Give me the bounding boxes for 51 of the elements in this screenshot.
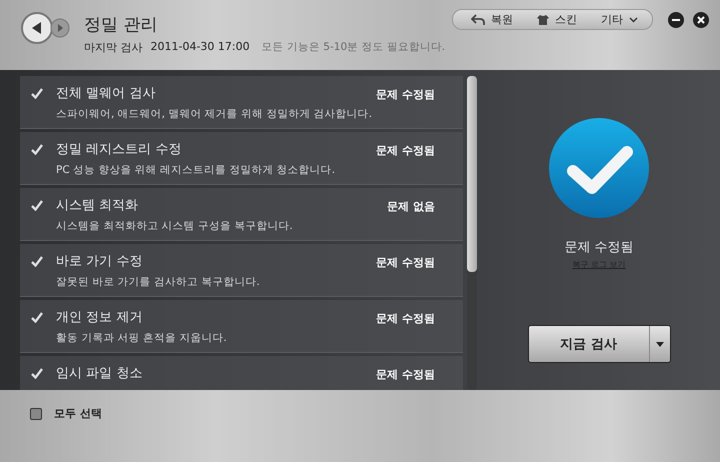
scrollbar-thumb[interactable] [467, 76, 477, 272]
result-status: 문제 수정됨 [564, 239, 634, 256]
task-checkbox[interactable] [30, 255, 43, 268]
task-status: 문제 수정됨 [376, 311, 435, 326]
last-scan-label: 마지막 검사 [84, 40, 142, 55]
task-row[interactable]: 전체 맬웨어 검사 스파이웨어, 애드웨어, 맬웨어 제거를 위해 정밀하게 검사합니다. 문제 수정됨 [20, 76, 463, 129]
last-scan-time: 2011-04-30 17:00 [150, 40, 250, 55]
task-status: 문제 없음 [387, 199, 435, 214]
hint-text: 모든 기능은 5-10분 정도 필요합니다. [262, 40, 446, 55]
task-status: 문제 수정됨 [376, 87, 435, 102]
forward-button[interactable] [50, 18, 70, 38]
task-title: 개인 정보 제거 [56, 309, 144, 326]
minimize-button[interactable] [667, 11, 685, 29]
task-description: 잘못된 바로 가기를 검사하고 복구합니다. [56, 275, 261, 289]
task-checkbox[interactable] [30, 199, 43, 212]
task-description: 시스템을 최적화하고 시스템 구성을 복구합니다. [56, 219, 294, 233]
task-checkbox[interactable] [30, 311, 43, 324]
scan-now-button[interactable]: 지금 검사 [528, 325, 670, 363]
task-description: PC 성능 향상을 위해 레지스트리를 정밀하게 청소합니다. [56, 163, 336, 177]
task-title: 임시 파일 청소 [56, 365, 144, 382]
task-title: 정밀 레지스트리 수정 [56, 141, 182, 158]
task-title: 전체 맬웨어 검사 [56, 85, 156, 102]
task-status: 문제 수정됨 [376, 367, 435, 382]
task-checkbox[interactable] [30, 87, 43, 100]
chevron-down-icon [629, 16, 638, 22]
scrollbar[interactable] [467, 76, 477, 390]
check-circle-icon [547, 116, 651, 220]
task-checkbox[interactable] [30, 143, 43, 156]
task-title: 바로 가기 수정 [56, 253, 144, 270]
task-row[interactable]: 개인 정보 제거 활동 기록과 서핑 흔적을 지웁니다. 문제 수정됨 [20, 300, 463, 353]
task-description: 활동 기록과 서핑 흔적을 지웁니다. [56, 331, 228, 345]
task-title: 시스템 최적화 [56, 197, 140, 214]
restore-button[interactable]: 복원 [471, 12, 513, 27]
close-button[interactable] [692, 11, 710, 29]
undo-arrow-icon [471, 14, 485, 26]
task-row[interactable]: 시스템 최적화 시스템을 최적화하고 시스템 구성을 복구합니다. 문제 없음 [20, 188, 463, 241]
task-status: 문제 수정됨 [376, 255, 435, 270]
select-all-label: 모두 선택 [54, 406, 102, 421]
more-menu[interactable]: 기타 [601, 12, 638, 27]
skin-button[interactable]: 스킨 [537, 12, 577, 27]
task-status: 문제 수정됨 [376, 143, 435, 158]
shirt-icon [537, 14, 549, 24]
back-button[interactable] [20, 11, 54, 45]
select-all-checkbox[interactable] [30, 408, 42, 420]
task-row[interactable]: 바로 가기 수정 잘못된 바로 가기를 검사하고 복구합니다. 문제 수정됨 [20, 244, 463, 297]
task-row[interactable]: 정밀 레지스트리 수정 PC 성능 향상을 위해 레지스트리를 정밀하게 청소합니다. 문제 수정됨 [20, 132, 463, 185]
task-description: 스파이웨어, 애드웨어, 맬웨어 제거를 위해 정밀하게 검사합니다. [56, 107, 374, 121]
task-checkbox[interactable] [30, 367, 43, 380]
window-title: 정밀 관리 [84, 14, 158, 36]
task-row[interactable]: 임시 파일 청소 문제 수정됨 [20, 356, 463, 390]
caret-icon [656, 342, 664, 346]
